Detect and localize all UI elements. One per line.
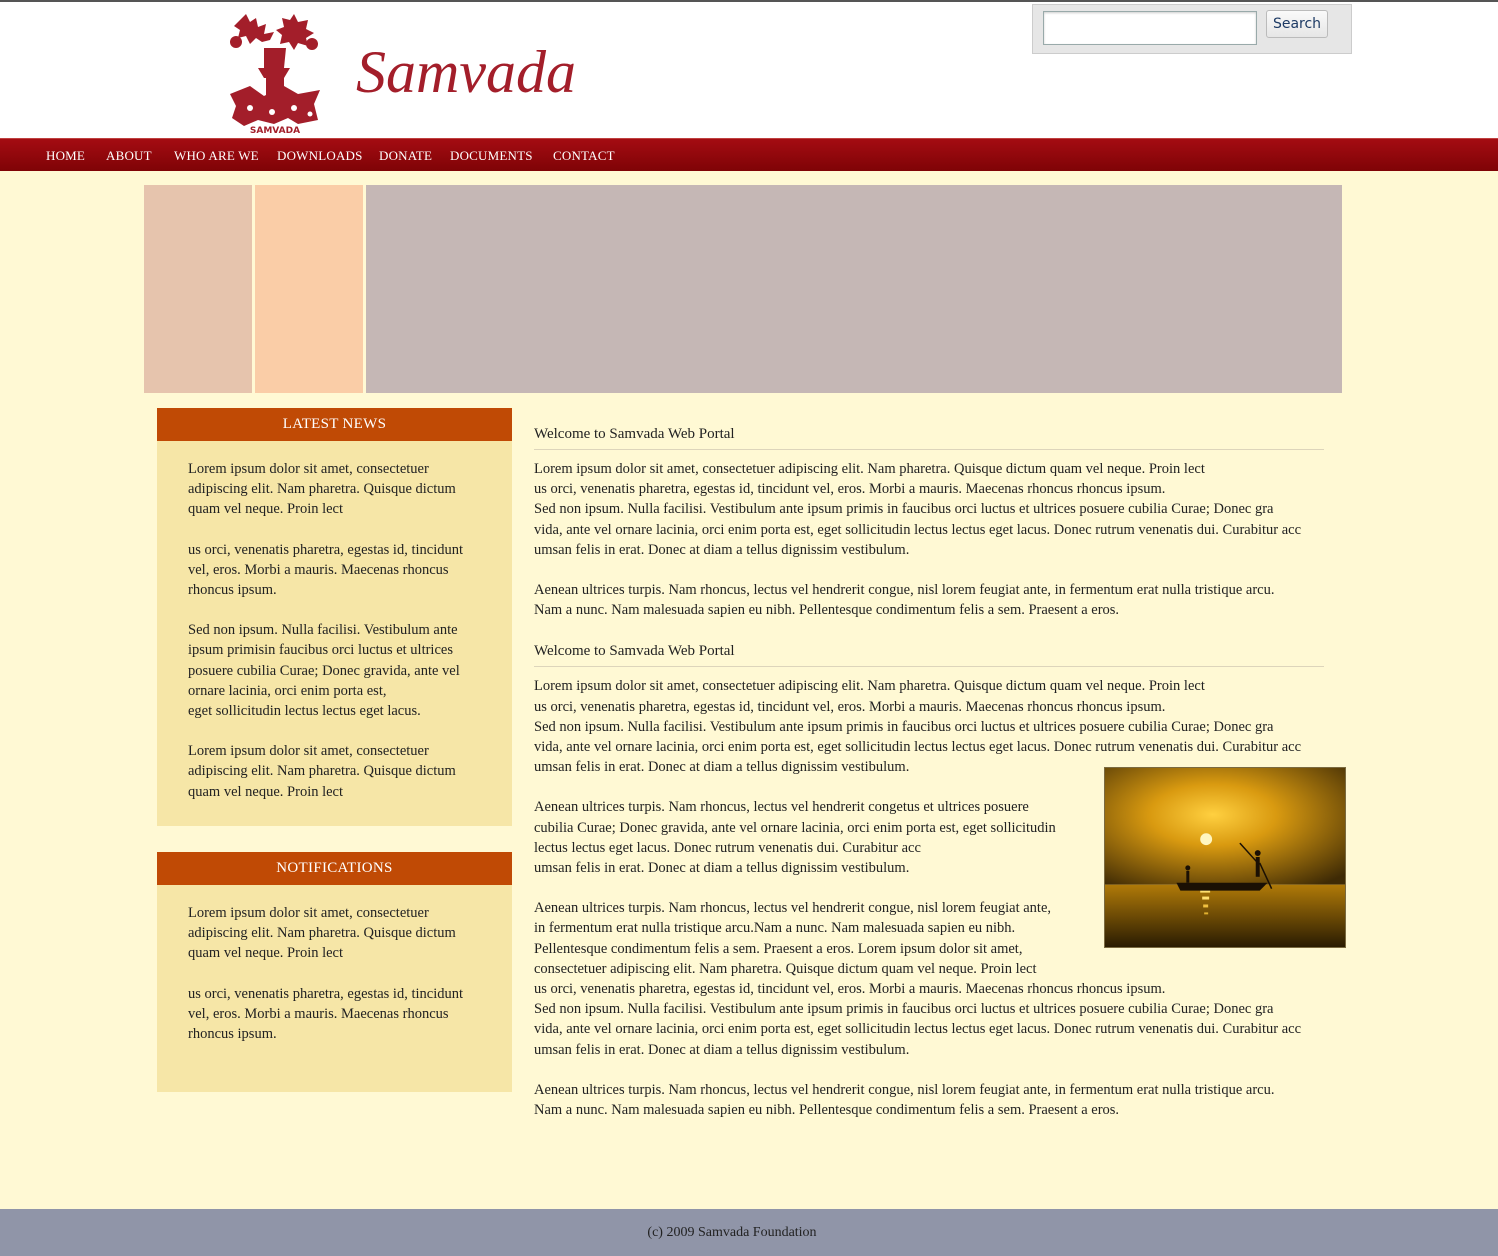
copyright-text: (c) 2009 Samvada Foundation bbox=[647, 1225, 817, 1240]
content-paragraph: Aenean ultrices turpis. Nam rhoncus, lec… bbox=[534, 1081, 1275, 1119]
news-paragraph: Lorem ipsum dolor sit amet, consectetuer… bbox=[188, 461, 456, 518]
notifications-body: Lorem ipsum dolor sit amet, consectetuer… bbox=[157, 885, 512, 1044]
logo-text: SAMVADA bbox=[250, 126, 300, 134]
banner-block-main bbox=[366, 185, 1342, 393]
search-input[interactable] bbox=[1043, 11, 1257, 45]
nav-item-documents[interactable]: DOCUMENTS bbox=[450, 148, 533, 164]
banner-block-2 bbox=[255, 185, 363, 393]
banner-block-1 bbox=[144, 185, 252, 393]
latest-news-panel: LATEST NEWS Lorem ipsum dolor sit amet, … bbox=[157, 408, 512, 826]
latest-news-title: LATEST NEWS bbox=[157, 408, 512, 441]
site-title[interactable]: Samvada bbox=[356, 38, 576, 107]
section-title: Welcome to Samvada Web Portal bbox=[534, 641, 1324, 668]
notification-paragraph: us orci, venenatis pharetra, egestas id,… bbox=[188, 985, 464, 1043]
section-title: Welcome to Samvada Web Portal bbox=[534, 424, 1324, 450]
nav-item-home[interactable]: HOME bbox=[46, 148, 85, 164]
tree-logo-icon[interactable]: SAMVADA bbox=[220, 12, 330, 134]
news-paragraph: Lorem ipsum dolor sit amet, consectetuer… bbox=[188, 743, 456, 800]
notifications-title: NOTIFICATIONS bbox=[157, 852, 512, 885]
footer: (c) 2009 Samvada Foundation bbox=[0, 1209, 1498, 1256]
notifications-panel: NOTIFICATIONS Lorem ipsum dolor sit amet… bbox=[157, 852, 512, 1092]
sunset-boat-photo bbox=[1104, 767, 1346, 948]
content-paragraph: Lorem ipsum dolor sit amet, consectetuer… bbox=[534, 678, 1302, 776]
main-content: Welcome to Samvada Web Portal Lorem ipsu… bbox=[534, 420, 1354, 1120]
news-paragraph: us orci, venenatis pharetra, egestas id,… bbox=[188, 541, 464, 599]
content-paragraph: Aenean ultrices turpis. Nam rhoncus, lec… bbox=[534, 582, 1275, 619]
nav-item-who-are-we[interactable]: WHO ARE WE bbox=[174, 148, 259, 164]
nav-item-contact[interactable]: CONTACT bbox=[553, 148, 615, 164]
header: SAMVADA Samvada Search bbox=[0, 2, 1498, 138]
news-paragraph: Sed non ipsum. Nulla facilisi. Vestibulu… bbox=[188, 622, 460, 720]
content-paragraph: Lorem ipsum dolor sit amet, consectetuer… bbox=[534, 461, 1302, 558]
nav-item-downloads[interactable]: DOWNLOADS bbox=[277, 148, 363, 164]
notification-paragraph: Lorem ipsum dolor sit amet, consectetuer… bbox=[188, 905, 456, 962]
search-bar: Search bbox=[1032, 4, 1352, 54]
nav-item-about[interactable]: ABOUT bbox=[106, 148, 152, 164]
latest-news-body: Lorem ipsum dolor sit amet, consectetuer… bbox=[157, 441, 512, 802]
search-button[interactable]: Search bbox=[1266, 10, 1328, 38]
main-nav: HOME ABOUT WHO ARE WE DOWNLOADS DONATE D… bbox=[0, 138, 1498, 171]
nav-item-donate[interactable]: DONATE bbox=[379, 148, 432, 164]
